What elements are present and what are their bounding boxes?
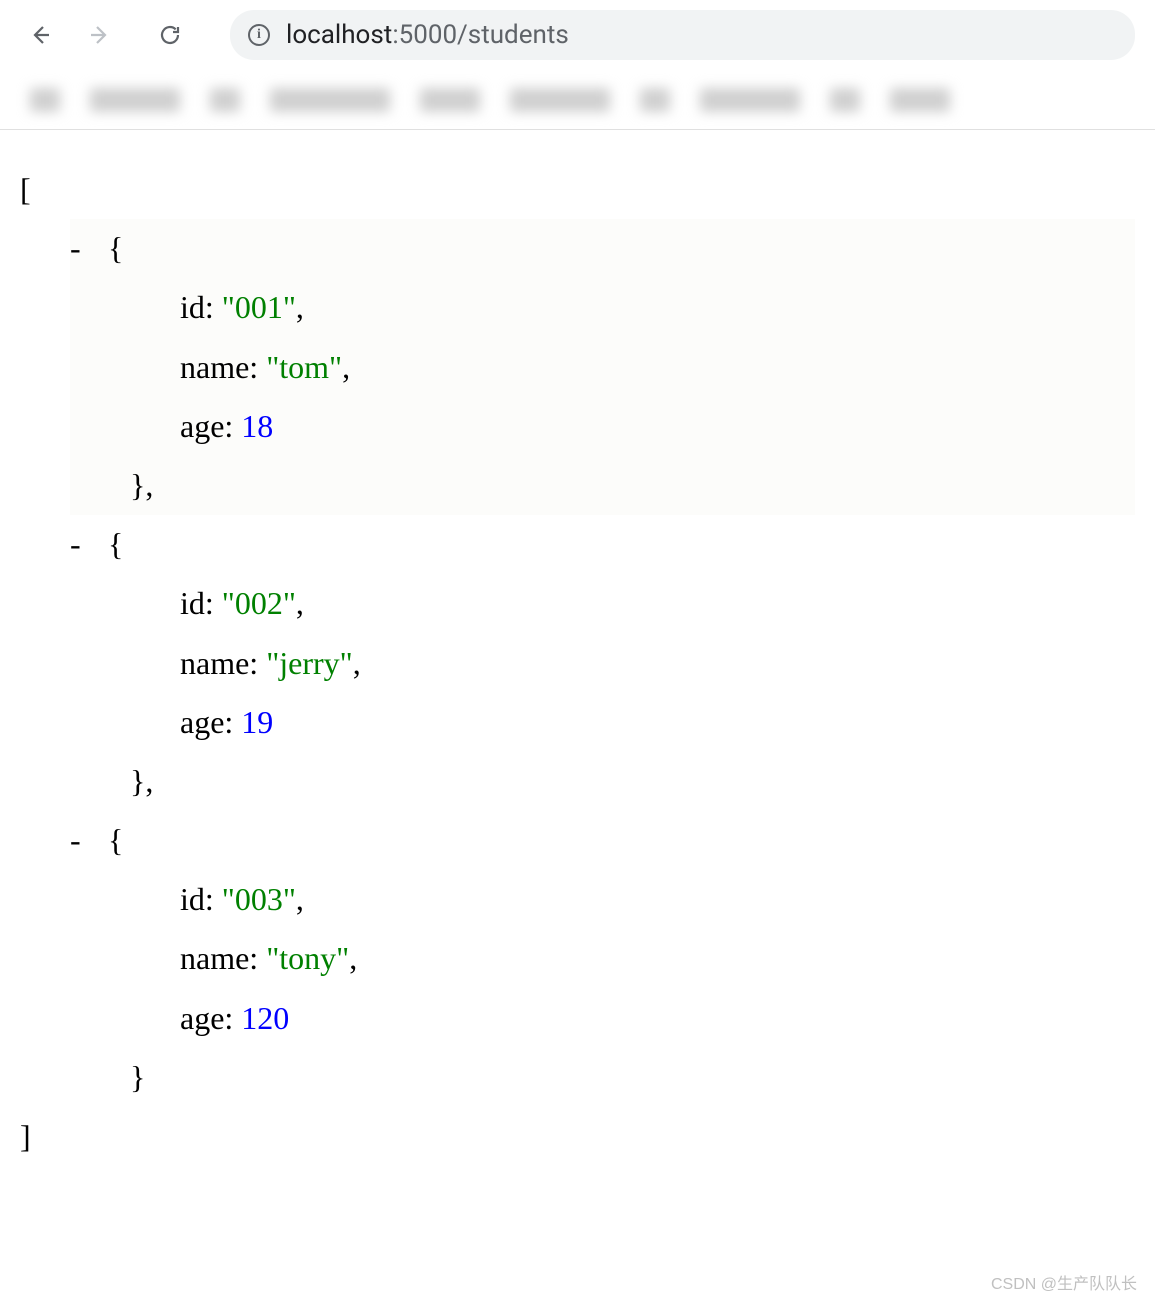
json-object[interactable]: - {id: "001",name: "tom",age: 18},: [70, 219, 1135, 515]
json-key: name:: [180, 940, 266, 976]
bookmark-item[interactable]: [830, 88, 860, 112]
brace-open: {: [108, 230, 123, 266]
json-value: 19: [241, 704, 273, 740]
bookmark-item[interactable]: [890, 88, 950, 112]
collapse-toggle[interactable]: -: [70, 219, 100, 278]
json-key: name:: [180, 349, 266, 385]
json-object[interactable]: - {id: "002",name: "jerry",age: 19},: [70, 515, 1135, 811]
comma: ,: [353, 645, 361, 681]
url-path: :5000/students: [392, 20, 568, 50]
bookmark-item[interactable]: [420, 88, 480, 112]
bookmark-item[interactable]: [30, 88, 60, 112]
json-object[interactable]: - {id: "003",name: "tony",age: 120}: [70, 811, 1135, 1107]
watermark: CSDN @生产队队长: [991, 1270, 1137, 1294]
json-value: "tony": [266, 940, 349, 976]
json-key: age:: [180, 408, 241, 444]
json-key: name:: [180, 645, 266, 681]
comma: ,: [296, 289, 304, 325]
json-property: id: "001",: [180, 278, 1135, 337]
json-key: id:: [180, 289, 222, 325]
reload-button[interactable]: [150, 15, 190, 55]
json-property: id: "002",: [180, 574, 1135, 633]
arrow-left-icon: [28, 23, 52, 47]
json-viewer: [ - {id: "001",name: "tom",age: 18},- {i…: [0, 130, 1155, 1196]
json-key: age:: [180, 704, 241, 740]
url-host: localhost: [286, 20, 392, 50]
comma: ,: [296, 585, 304, 621]
brace-close: },: [130, 456, 1135, 515]
brace-open: {: [108, 526, 123, 562]
bookmark-item[interactable]: [640, 88, 670, 112]
json-value: 18: [241, 408, 273, 444]
json-value: "jerry": [266, 645, 353, 681]
bookmarks-bar: [0, 70, 1155, 130]
bookmark-item[interactable]: [90, 88, 180, 112]
json-key: id:: [180, 881, 222, 917]
reload-icon: [158, 23, 182, 47]
bookmark-item[interactable]: [210, 88, 240, 112]
json-property: age: 120: [180, 989, 1135, 1048]
back-button[interactable]: [20, 15, 60, 55]
json-value: "003": [222, 881, 296, 917]
forward-button[interactable]: [80, 15, 120, 55]
json-property: name: "tom",: [180, 338, 1135, 397]
brace-open: {: [108, 822, 123, 858]
url-text: localhost:5000/students: [286, 20, 569, 50]
collapse-toggle[interactable]: -: [70, 811, 100, 870]
json-key: age:: [180, 1000, 241, 1036]
json-property: name: "tony",: [180, 929, 1135, 988]
arrow-right-icon: [88, 23, 112, 47]
bookmark-item[interactable]: [510, 88, 610, 112]
comma: ,: [342, 349, 350, 385]
json-property: id: "003",: [180, 870, 1135, 929]
bookmark-item[interactable]: [270, 88, 390, 112]
json-property: age: 18: [180, 397, 1135, 456]
bookmark-item[interactable]: [700, 88, 800, 112]
json-value: 120: [241, 1000, 289, 1036]
json-value: "tom": [266, 349, 342, 385]
address-bar[interactable]: i localhost:5000/students: [230, 10, 1135, 60]
collapse-toggle[interactable]: -: [70, 515, 100, 574]
comma: ,: [296, 881, 304, 917]
array-open: [: [20, 160, 1135, 219]
json-value: "002": [222, 585, 296, 621]
json-property: age: 19: [180, 693, 1135, 752]
json-value: "001": [222, 289, 296, 325]
array-close: ]: [20, 1107, 1135, 1166]
comma: ,: [349, 940, 357, 976]
info-icon[interactable]: i: [248, 24, 270, 46]
json-key: id:: [180, 585, 222, 621]
json-property: name: "jerry",: [180, 634, 1135, 693]
browser-toolbar: i localhost:5000/students: [0, 0, 1155, 70]
brace-close: }: [130, 1048, 1135, 1107]
brace-close: },: [130, 752, 1135, 811]
